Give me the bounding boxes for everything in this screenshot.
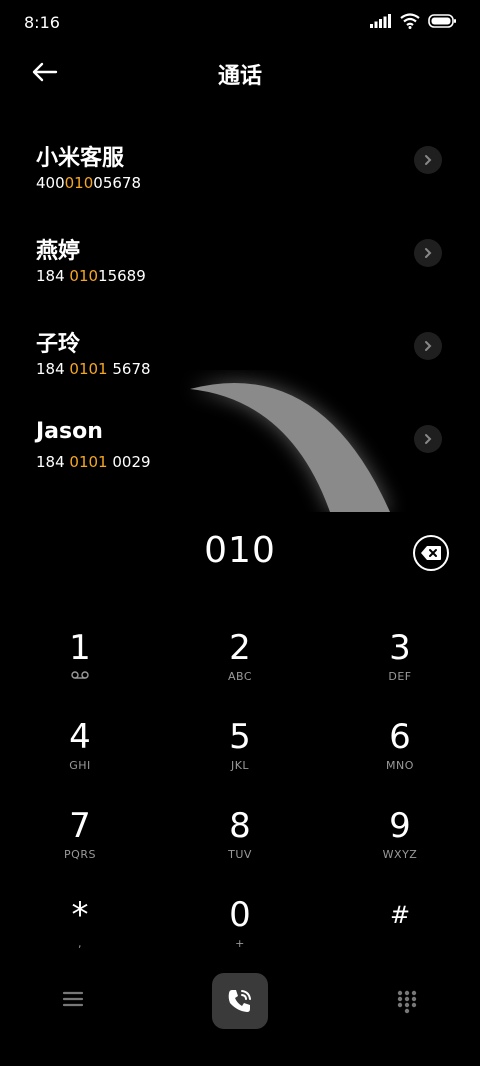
contact-item[interactable]: Jason 184 0101 0029 [0,419,480,499]
key-digit: 1 [69,628,91,668]
key-digit: 8 [229,806,251,846]
signal-icon [370,14,391,28]
contact-number: 184 01015689 [36,267,146,285]
key-4[interactable]: 4 GHI [20,717,140,789]
contact-item[interactable]: 小米客服 40001005678 [0,140,480,220]
battery-icon [428,14,456,28]
contact-name: 燕婷 [36,239,81,264]
contact-number: 184 0101 0029 [36,453,151,471]
key-digit: 9 [389,806,411,846]
key-digit: 4 [69,717,91,757]
backspace-button[interactable] [413,535,449,571]
key-hash[interactable]: # [340,895,460,967]
contact-name: 子玲 [36,332,81,357]
header: 通话 [0,44,480,100]
menu-button[interactable] [62,988,84,1010]
key-digit: * [71,895,89,935]
key-0[interactable]: 0 + [180,895,300,967]
key-6[interactable]: 6 MNO [340,717,460,789]
dialpad-icon [397,990,417,1014]
key-3[interactable]: 3 DEF [340,628,460,700]
key-digit: # [389,901,411,929]
key-8[interactable]: 8 TUV [180,806,300,878]
call-button[interactable] [212,973,268,1029]
key-letters: , [78,937,82,950]
dialed-number: 010 [204,530,276,571]
key-letters: TUV [228,848,252,861]
contact-details-button[interactable] [414,332,442,360]
key-letters: ABC [227,670,253,683]
contact-item[interactable]: 燕婷 184 01015689 [0,233,480,313]
contact-name: 小米客服 [36,146,125,171]
key-9[interactable]: 9 WXYZ [340,806,460,878]
contact-details-button[interactable] [414,425,442,453]
key-star[interactable]: * , [20,895,140,967]
key-digit: 0 [229,895,251,935]
backspace-icon [421,546,441,560]
contact-item[interactable]: 子玲 184 0101 5678 [0,326,480,406]
key-letters: GHI [69,759,91,772]
contact-details-button[interactable] [414,146,442,174]
key-letters: PQRS [64,848,96,861]
key-digit: 3 [389,628,411,668]
contact-details-button[interactable] [414,239,442,267]
contact-name: Jason [36,419,103,444]
key-letters: WXYZ [382,848,418,861]
key-letters: + [235,937,245,950]
wifi-icon [400,13,420,29]
status-time: 8:16 [24,13,60,32]
key-letters: JKL [230,759,250,772]
key-5[interactable]: 5 JKL [180,717,300,789]
chevron-right-icon [425,341,432,351]
key-2[interactable]: 2 ABC [180,628,300,700]
key-letters: MNO [386,759,414,772]
status-icons [370,13,456,29]
chevron-right-icon [425,248,432,258]
key-digit: 7 [69,806,91,846]
contact-number: 184 0101 5678 [36,360,151,378]
chevron-right-icon [425,155,432,165]
voicemail-icon [20,670,140,684]
key-letters: DEF [388,670,412,683]
key-digit: 2 [229,628,251,668]
contact-number: 40001005678 [36,174,141,192]
key-1[interactable]: 1 [20,628,140,700]
key-digit: 6 [389,717,411,757]
menu-icon [62,991,84,1007]
key-digit: 5 [229,717,251,757]
key-7[interactable]: 7 PQRS [20,806,140,878]
keypad-toggle-button[interactable] [396,990,418,1014]
phone-call-icon [228,990,251,1012]
page-title: 通话 [217,64,262,89]
status-bar: 8:16 [0,0,480,44]
chevron-right-icon [425,434,432,444]
